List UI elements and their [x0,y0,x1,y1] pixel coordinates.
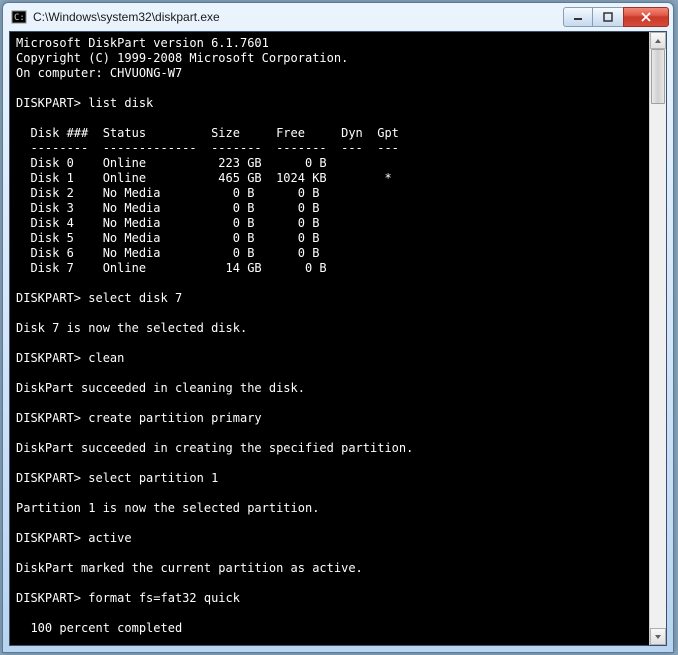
table-divider: -------- ------------- ------- ------- -… [16,141,399,155]
prompt: DISKPART> [16,471,81,485]
response-line: Disk 7 is now the selected disk. [16,321,247,335]
command: create partition primary [81,411,262,425]
prompt: DISKPART> [16,96,81,110]
window-controls [563,7,669,27]
table-row: Disk 2 No Media 0 B 0 B [16,186,319,200]
table-row: Disk 7 Online 14 GB 0 B [16,261,327,275]
response-line: DiskPart succeeded in creating the speci… [16,441,413,455]
prompt: DISKPART> [16,291,81,305]
response-line: DiskPart marked the current partition as… [16,561,363,575]
prompt: DISKPART> [16,591,81,605]
response-line: 100 percent completed [16,621,182,635]
response-line: Partition 1 is now the selected partitio… [16,501,319,515]
titlebar[interactable]: C: C:\Windows\system32\diskpart.exe [3,3,673,31]
header-line: Microsoft DiskPart version 6.1.7601 [16,36,269,50]
table-row: Disk 5 No Media 0 B 0 B [16,231,319,245]
vertical-scrollbar[interactable] [649,32,666,645]
prompt: DISKPART> [16,531,81,545]
table-header: Disk ### Status Size Free Dyn Gpt [16,126,399,140]
prompt: DISKPART> [16,411,81,425]
command: format fs=fat32 quick [81,591,240,605]
client-area: Microsoft DiskPart version 6.1.7601 Copy… [9,31,667,646]
prompt: DISKPART> [16,351,81,365]
terminal-output[interactable]: Microsoft DiskPart version 6.1.7601 Copy… [10,32,649,645]
command: list disk [81,96,153,110]
table-row: Disk 0 Online 223 GB 0 B [16,156,327,170]
console-window: C: C:\Windows\system32\diskpart.exe Micr… [2,2,674,653]
scrollbar-track[interactable] [650,49,666,628]
scroll-up-button[interactable] [650,32,666,49]
table-row: Disk 6 No Media 0 B 0 B [16,246,319,260]
scrollbar-thumb[interactable] [651,49,665,104]
minimize-button[interactable] [563,7,593,27]
command: select partition 1 [81,471,218,485]
app-icon: C: [11,9,27,25]
header-line: On computer: CHVUONG-W7 [16,66,182,80]
command: active [81,531,132,545]
table-row: Disk 4 No Media 0 B 0 B [16,216,319,230]
maximize-button[interactable] [593,7,623,27]
scroll-down-button[interactable] [650,628,666,645]
response-line: DiskPart succeeded in cleaning the disk. [16,381,305,395]
table-row: Disk 1 Online 465 GB 1024 KB * [16,171,392,185]
command: select disk 7 [81,291,182,305]
command: clean [81,351,124,365]
close-button[interactable] [623,7,669,27]
svg-text:C:: C: [14,13,25,23]
window-title: C:\Windows\system32\diskpart.exe [33,10,563,24]
table-row: Disk 3 No Media 0 B 0 B [16,201,319,215]
header-line: Copyright (C) 1999-2008 Microsoft Corpor… [16,51,348,65]
